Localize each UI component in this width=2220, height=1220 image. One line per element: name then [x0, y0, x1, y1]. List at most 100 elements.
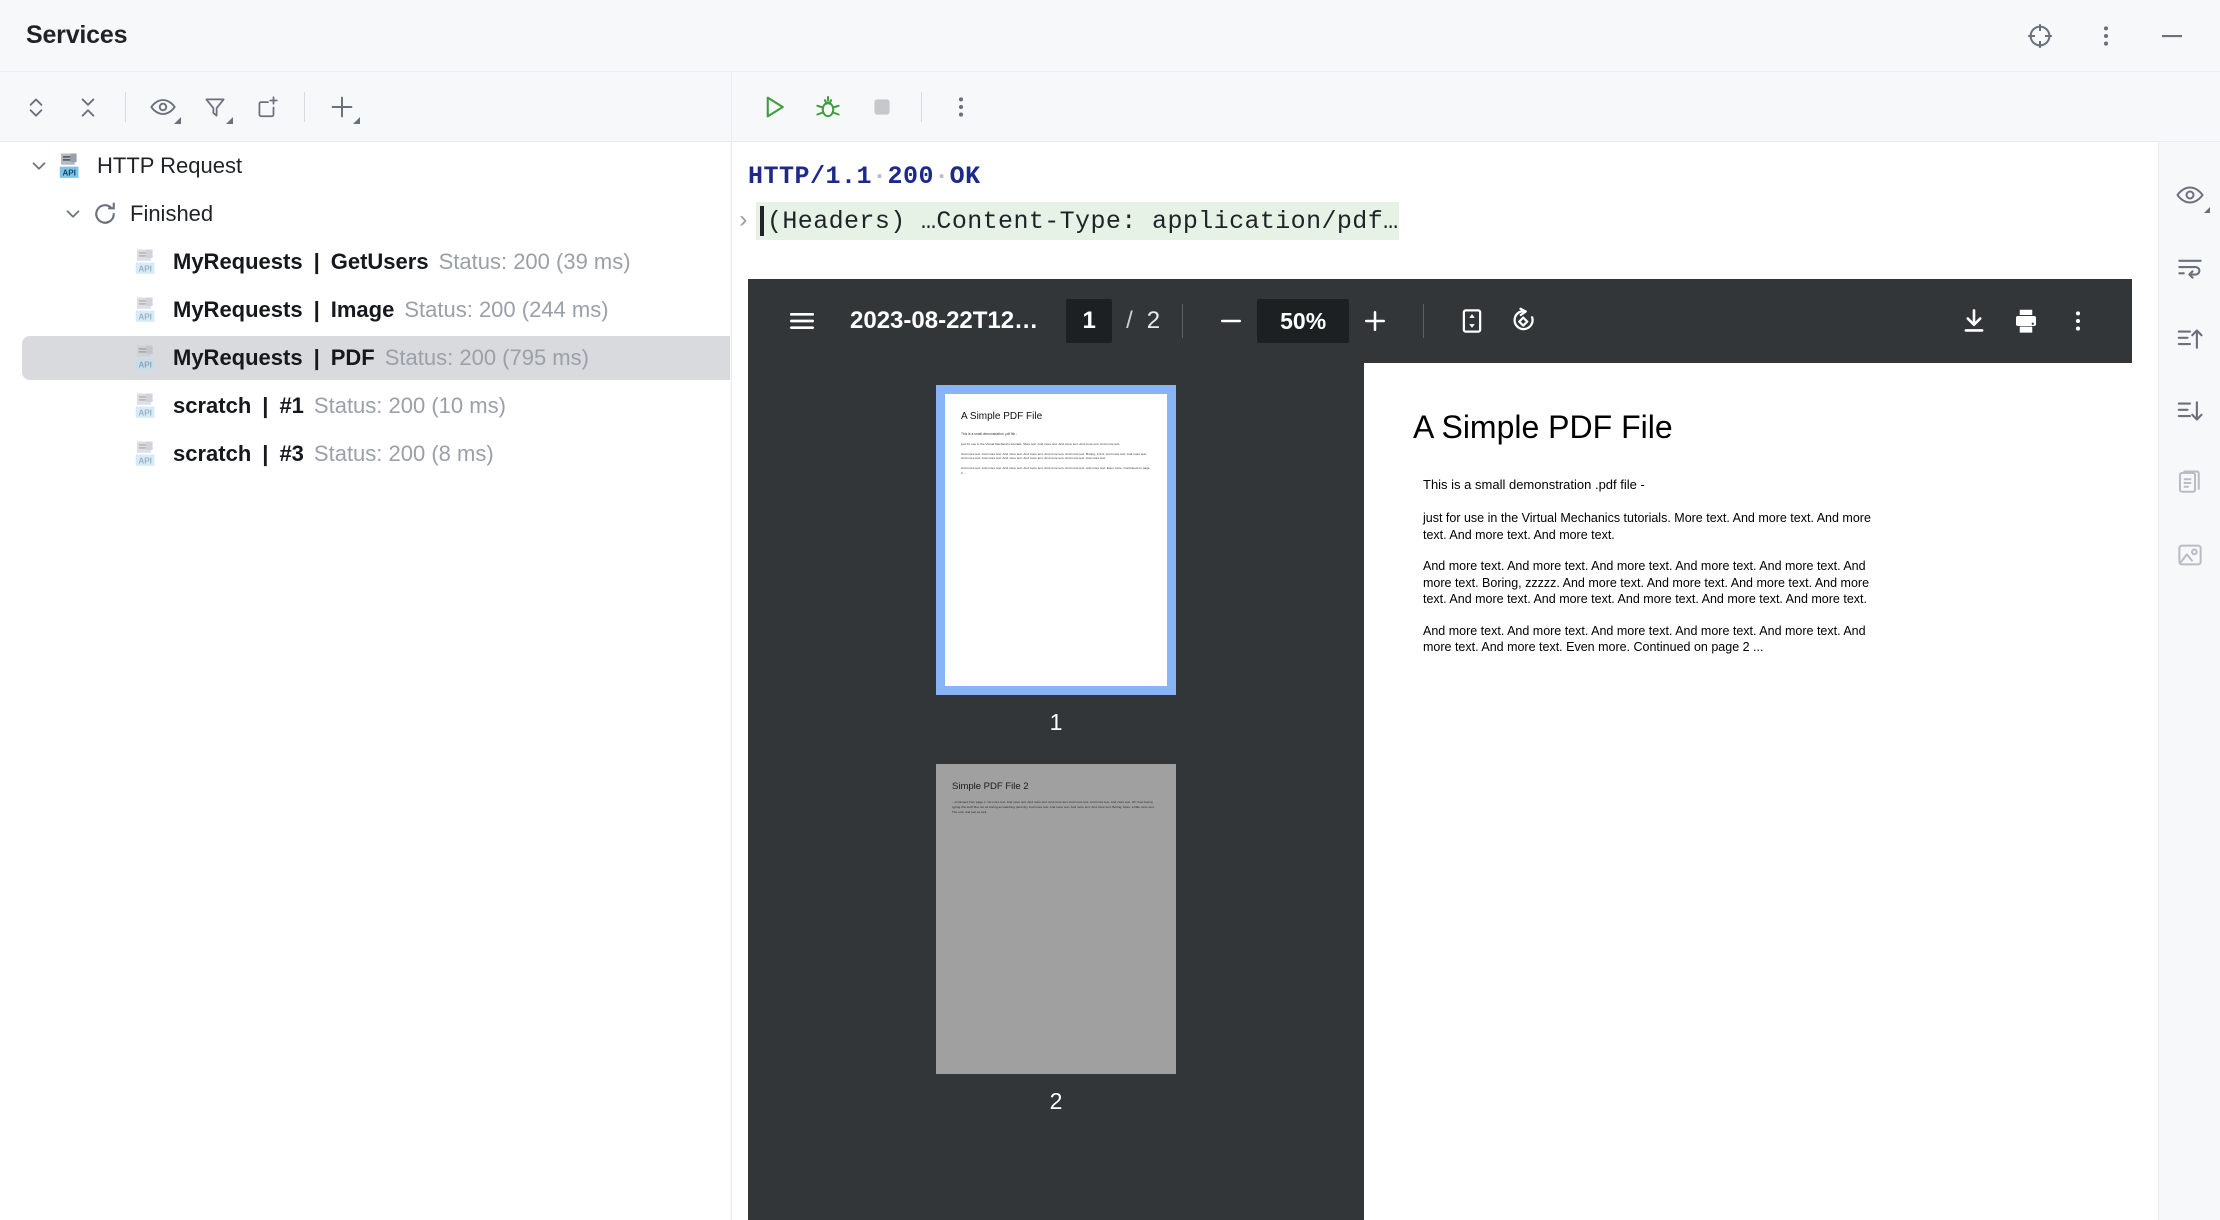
more-options-icon[interactable] — [2052, 295, 2104, 347]
minimize-icon[interactable] — [2150, 14, 2194, 58]
svg-text:API: API — [62, 169, 75, 178]
table-row[interactable]: API scratch | #3 Status: 200 (8 ms) — [0, 430, 730, 478]
svg-text:API: API — [138, 265, 151, 274]
rotate-icon[interactable] — [1498, 295, 1550, 347]
thumbnail-text: This is a small demonstration .pdf file … — [961, 432, 1018, 436]
svg-text:API: API — [138, 457, 151, 466]
run-toolbar — [731, 72, 2220, 142]
request-file-name: MyRequests — [173, 297, 303, 322]
fit-page-icon[interactable] — [1446, 295, 1498, 347]
page-number-input[interactable]: 1 — [1066, 299, 1113, 343]
image-icon[interactable] — [2167, 532, 2213, 578]
chevron-down-icon[interactable] — [22, 149, 56, 183]
thumbnail-page-number: 2 — [1049, 1088, 1063, 1114]
more-options-icon[interactable] — [937, 83, 985, 131]
pdf-document-body: This is a small demonstration .pdf file … — [1423, 476, 1889, 656]
pdf-filename: 2023-08-22T12… — [850, 307, 1039, 334]
table-row[interactable]: API scratch | #1 Status: 200 (10 ms) — [0, 382, 730, 430]
stop-icon — [858, 83, 906, 131]
zoom-out-icon[interactable] — [1205, 295, 1257, 347]
toolbar-divider — [921, 92, 922, 122]
response-status-line: HTTP/1.1·200·OK — [748, 162, 981, 191]
pdf-page-canvas[interactable]: A Simple PDF File This is a small demons… — [1365, 363, 2132, 1220]
status-badge: Status: 200 (8 ms) — [313, 441, 494, 466]
thumbnail-title: Simple PDF File 2 — [952, 781, 1029, 792]
chevron-down-icon — [2203, 207, 2210, 213]
open-in-new-tab-icon[interactable] — [243, 83, 291, 131]
api-file-icon: API — [132, 343, 162, 373]
status-badge: Status: 200 (795 ms) — [384, 345, 589, 370]
svg-text:API: API — [138, 361, 151, 370]
run-icon[interactable] — [750, 83, 798, 131]
text-caret — [760, 206, 764, 236]
request-name: Image — [330, 297, 395, 322]
expand-headers-icon[interactable]: › — [736, 208, 750, 235]
sidebar-toggle-icon[interactable] — [776, 295, 828, 347]
services-tool-window: Services API HTTP Request Finished API M… — [0, 0, 2220, 1220]
page-total: 2 — [1146, 307, 1161, 334]
thumbnail-text: ...continued from page 1. Yet more text.… — [952, 800, 1155, 814]
pdf-paragraph: And more text. And more text. And more t… — [1423, 559, 1870, 607]
thumbnail-page-number: 1 — [1049, 709, 1063, 735]
download-icon[interactable] — [1948, 295, 2000, 347]
soft-wrap-icon[interactable] — [2167, 244, 2213, 290]
pdf-paragraph: And more text. And more text. And more t… — [1423, 623, 1866, 655]
request-name: #1 — [279, 393, 304, 418]
preview-eye-icon[interactable] — [2167, 172, 2213, 218]
status-badge: Status: 200 (244 ms) — [404, 297, 609, 322]
locate-icon[interactable] — [2018, 14, 2062, 58]
request-file-name: scratch — [173, 393, 252, 418]
collapse-all-icon[interactable] — [64, 83, 112, 131]
tree-toolbar — [0, 72, 730, 142]
table-row-selected[interactable]: API MyRequests | PDF Status: 200 (795 ms… — [0, 334, 730, 382]
request-file-name: scratch — [173, 441, 252, 466]
thumbnail-title: A Simple PDF File — [961, 411, 1043, 422]
request-file-name: MyRequests — [173, 345, 303, 370]
tree-node-label: Finished — [130, 201, 214, 226]
chevron-down-icon[interactable] — [56, 197, 90, 231]
thumbnail-text: And more text. And more text. And more t… — [961, 451, 1147, 461]
pdf-thumbnail-sidebar[interactable]: A Simple PDF File This is a small demons… — [748, 363, 1364, 1220]
thumbnail-page-2[interactable]: Simple PDF File 2 ...continued from page… — [936, 764, 1176, 1074]
svg-text:API: API — [138, 313, 151, 322]
scroll-to-top-icon[interactable] — [2167, 316, 2213, 362]
api-file-icon: API — [132, 247, 162, 277]
table-row[interactable]: API MyRequests | Image Status: 200 (244 … — [0, 286, 730, 334]
separator: | — [313, 249, 320, 274]
zoom-in-icon[interactable] — [1349, 295, 1401, 347]
more-options-icon[interactable] — [2084, 14, 2128, 58]
tree-node-finished[interactable]: Finished — [0, 190, 730, 238]
toolbar-row — [0, 72, 2220, 142]
zoom-level[interactable]: 50% — [1257, 299, 1350, 343]
chevron-down-icon — [174, 117, 181, 124]
tree-node-label: HTTP Request — [97, 153, 243, 178]
separator: | — [313, 297, 320, 322]
thumbnail-text: And more text. And more text. And more t… — [961, 465, 1150, 475]
pdf-document-title: A Simple PDF File — [1413, 409, 1673, 445]
expand-all-icon[interactable] — [12, 83, 60, 131]
table-row[interactable]: API MyRequests | GetUsers Status: 200 (3… — [0, 238, 730, 286]
response-headers-text: (Headers) …Content-Type: application/pdf… — [767, 206, 1399, 236]
headers-highlight[interactable]: (Headers) …Content-Type: application/pdf… — [756, 202, 1399, 240]
response-reason: OK — [949, 162, 981, 191]
pdf-toolbar: 2023-08-22T12… 1 / 2 50% — [748, 279, 2132, 363]
filter-icon[interactable] — [191, 83, 239, 131]
add-icon[interactable] — [318, 83, 366, 131]
response-side-toolbar — [2158, 142, 2220, 1220]
print-icon[interactable] — [2000, 295, 2052, 347]
scroll-to-end-icon[interactable] — [2167, 388, 2213, 434]
debug-icon[interactable] — [804, 83, 852, 131]
tree-node-http-request[interactable]: API HTTP Request — [0, 142, 730, 190]
response-headers-row[interactable]: › (Headers) …Content-Type: application/p… — [732, 202, 2190, 240]
pdf-paragraph: This is a small demonstration .pdf file … — [1423, 477, 1645, 492]
services-tree: API HTTP Request Finished API MyRequests… — [0, 142, 730, 1220]
request-name: #3 — [279, 441, 304, 466]
response-code: 200 — [887, 162, 935, 191]
thumbnail-page-1-selected[interactable]: A Simple PDF File This is a small demons… — [936, 385, 1176, 695]
copy-icon[interactable] — [2167, 460, 2213, 506]
show-icon[interactable] — [139, 83, 187, 131]
api-file-icon: API — [132, 439, 162, 469]
separator: | — [262, 441, 269, 466]
toolbar-divider — [125, 92, 126, 122]
separator: | — [262, 393, 269, 418]
